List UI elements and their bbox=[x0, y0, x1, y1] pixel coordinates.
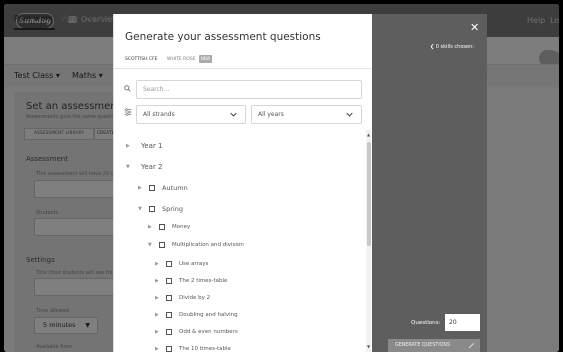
scrollbar-thumb[interactable] bbox=[367, 142, 371, 246]
checkbox[interactable] bbox=[149, 206, 155, 212]
chevron-right-icon: ▶ bbox=[155, 346, 159, 352]
pencil-icon bbox=[468, 343, 474, 349]
new-badge: NEW bbox=[199, 55, 212, 63]
filter-icon bbox=[124, 108, 132, 116]
checkbox[interactable] bbox=[149, 185, 155, 191]
tree-node-label: Year 2 bbox=[141, 163, 163, 171]
chevron-right-icon: ▶ bbox=[148, 224, 152, 230]
generate-questions-button[interactable]: GENERATE QUESTIONS bbox=[388, 339, 480, 352]
tab-white-rose[interactable]: WHITE ROSE bbox=[167, 57, 196, 62]
close-icon[interactable]: ✕ bbox=[470, 22, 479, 33]
scroll-down-icon[interactable]: ▼ bbox=[366, 344, 371, 349]
chevron-down-icon bbox=[346, 112, 353, 117]
chevron-right-icon: ▶ bbox=[155, 295, 159, 301]
checkbox[interactable] bbox=[166, 312, 172, 318]
search-icon bbox=[124, 85, 131, 92]
skill-tree: ▶ Year 1 ▼ Year 2 ▶ Autumn ▼ Spring ▶ Money ▼… bbox=[114, 130, 366, 352]
checkbox[interactable] bbox=[166, 261, 172, 267]
chevron-down-icon: ▼ bbox=[126, 164, 130, 170]
chevron-right-icon: ▶ bbox=[138, 185, 142, 191]
search-input[interactable] bbox=[136, 80, 362, 99]
skills-chosen-toggle[interactable]: ❮ 0 skills chosen: bbox=[430, 44, 474, 50]
checkbox[interactable] bbox=[159, 224, 165, 230]
scroll-up-icon[interactable]: ▲ bbox=[366, 132, 371, 137]
chevron-down-icon bbox=[230, 112, 237, 117]
chevron-right-icon: ▶ bbox=[126, 143, 130, 149]
tree-node-label: The 10 times-table bbox=[179, 346, 231, 352]
tree-node-label: Spring bbox=[162, 205, 183, 213]
questions-label: Questions: bbox=[411, 320, 441, 326]
tree-node-label: Multiplication and division bbox=[172, 242, 244, 248]
tree-node-label: Money bbox=[172, 224, 191, 230]
checkbox[interactable] bbox=[159, 242, 165, 248]
years-value: All years bbox=[258, 111, 284, 118]
chevron-down-icon: ▼ bbox=[148, 242, 152, 248]
modal-title: Generate your assessment questions bbox=[125, 31, 321, 43]
tree-node-label: Odd & even numbers bbox=[179, 329, 238, 335]
generate-questions-modal: Generate your assessment questions SCOTT… bbox=[113, 14, 373, 352]
chevron-right-icon: ▶ bbox=[155, 329, 159, 335]
tree-node-label: Year 1 bbox=[141, 142, 163, 150]
checkbox[interactable] bbox=[166, 346, 172, 352]
tree-node-label: Doubling and halving bbox=[179, 312, 238, 318]
chevron-right-icon: ▶ bbox=[155, 261, 159, 267]
tab-scottish-cfe[interactable]: SCOTTISH CFE bbox=[125, 57, 158, 62]
tree-node-label: Use arrays bbox=[179, 261, 209, 267]
chevron-right-icon: ▶ bbox=[155, 312, 159, 318]
tree-node-label: Autumn bbox=[162, 184, 188, 192]
generate-questions-label: GENERATE QUESTIONS bbox=[395, 343, 451, 348]
skills-chosen-label: 0 skills chosen: bbox=[435, 44, 474, 50]
chosen-skills-panel: ✕ ❮ 0 skills chosen: Questions: GENERATE… bbox=[372, 14, 487, 352]
modal-divider bbox=[114, 68, 373, 69]
chevron-down-icon: ▼ bbox=[138, 206, 142, 212]
years-dropdown[interactable]: All years bbox=[251, 105, 362, 124]
checkbox[interactable] bbox=[166, 295, 172, 301]
checkbox[interactable] bbox=[166, 329, 172, 335]
strands-value: All strands bbox=[143, 111, 175, 118]
tree-node-label: Divide by 2 bbox=[179, 295, 211, 301]
checkbox[interactable] bbox=[166, 278, 172, 284]
strands-dropdown[interactable]: All strands bbox=[136, 105, 246, 124]
app-frame: Sumdog Overview Help Log Plan work View … bbox=[4, 4, 559, 352]
questions-input[interactable] bbox=[445, 314, 480, 331]
tree-node-label: The 2 times-table bbox=[179, 278, 228, 284]
chevron-right-icon: ▶ bbox=[155, 278, 159, 284]
